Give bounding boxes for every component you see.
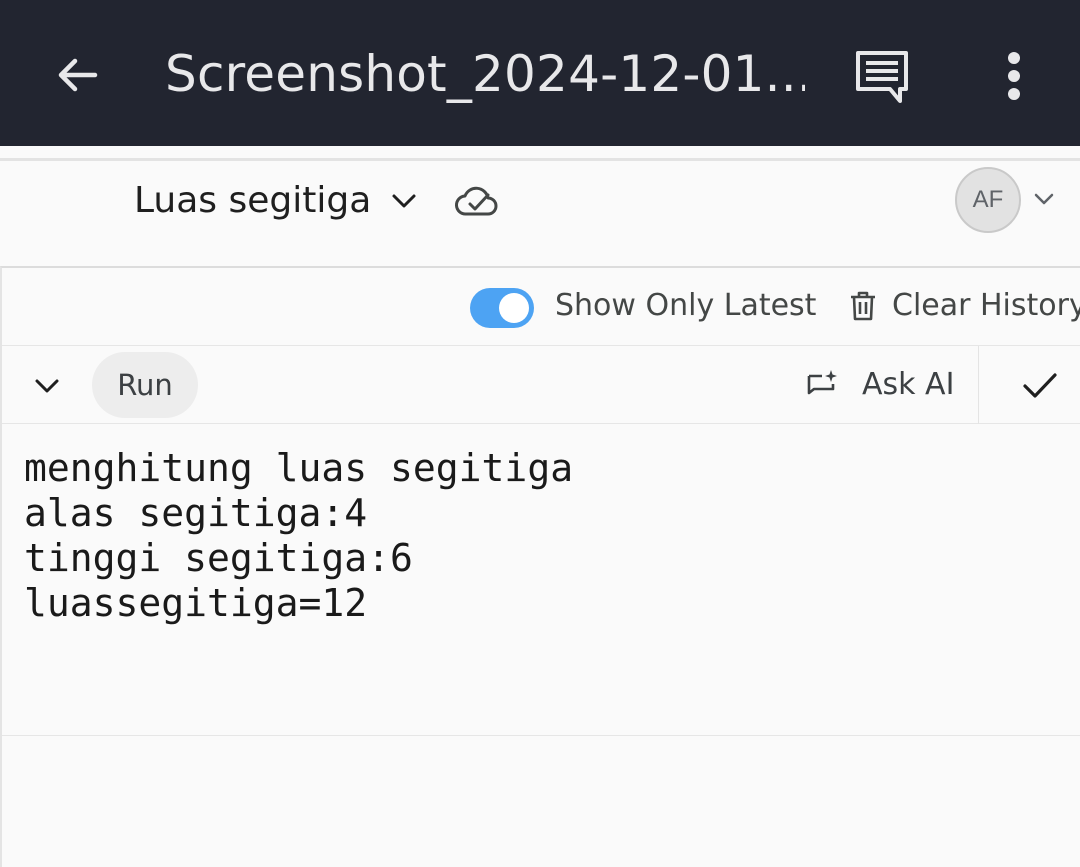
confirm-button[interactable] (1016, 364, 1064, 408)
document-menu-button[interactable] (384, 181, 424, 221)
chevron-down-icon (392, 194, 416, 208)
show-only-latest-toggle[interactable] (470, 288, 534, 328)
toggle-knob (499, 293, 529, 323)
check-icon (1023, 373, 1057, 398)
console-panel: Show Only Latest Clear History Run Ask A… (0, 266, 1080, 867)
collapse-output-button[interactable] (26, 366, 68, 406)
more-vert-icon (1008, 52, 1020, 100)
ai-sparkle-chat-icon (807, 370, 837, 395)
comment-button[interactable] (846, 40, 918, 112)
comment-icon (856, 51, 908, 103)
app-bar: Screenshot_2024-12-01... (0, 0, 1080, 146)
avatar[interactable]: AF (955, 167, 1021, 233)
trash-icon (851, 291, 875, 321)
show-only-latest-label: Show Only Latest (555, 288, 817, 323)
more-options-button[interactable] (984, 40, 1044, 112)
clear-history-label: Clear History (892, 288, 1080, 323)
toolbar-separator (978, 346, 979, 424)
cloud-check-icon (455, 186, 498, 216)
cell-toolbar: Run Ask AI (2, 346, 1080, 424)
document-header: Luas segitiga AF (0, 161, 1080, 266)
output-line: alas segitiga:4 (24, 491, 368, 535)
output-line: tinggi segitiga:6 (24, 536, 413, 580)
clear-history-button[interactable]: Clear History (848, 285, 1080, 327)
ask-ai-button[interactable]: Ask AI (806, 362, 954, 406)
file-title: Screenshot_2024-12-01... (165, 45, 805, 103)
chevron-down-icon (1034, 193, 1054, 205)
program-output: menghitung luas segitiga alas segitiga:4… (2, 424, 1080, 736)
back-button[interactable] (44, 42, 110, 108)
arrow-left-icon (58, 58, 98, 92)
account-menu-button[interactable] (1028, 183, 1060, 215)
ask-ai-label: Ask AI (862, 366, 955, 402)
cloud-saved-button[interactable] (452, 181, 500, 221)
document-title[interactable]: Luas segitiga (134, 179, 371, 223)
output-line: menghitung luas segitiga (24, 446, 574, 490)
history-bar: Show Only Latest Clear History (2, 268, 1080, 346)
chevron-down-icon (35, 379, 59, 393)
run-button[interactable]: Run (92, 352, 198, 418)
output-line: luassegitiga=12 (24, 581, 368, 625)
